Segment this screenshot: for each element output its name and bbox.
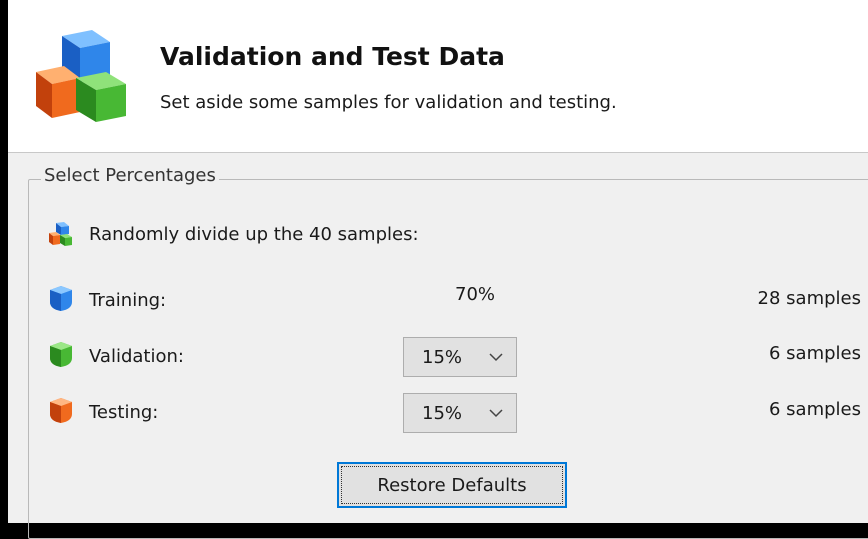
validation-percent-dropdown[interactable]: 15% (403, 337, 517, 377)
page-title: Validation and Test Data (160, 42, 505, 71)
logo-orange-cube (36, 66, 80, 118)
chevron-down-icon (489, 353, 503, 362)
content-panel: Select Percentages Randomly divide up th… (8, 152, 868, 539)
testing-label: Testing: (89, 402, 159, 423)
chevron-down-icon (489, 409, 503, 418)
testing-percent-value: 15% (422, 403, 463, 424)
select-percentages-group: Select Percentages Randomly divide up th… (28, 165, 868, 539)
intro-text: Randomly divide up the 40 samples: (89, 224, 419, 245)
cubes-icon (36, 30, 126, 122)
validation-samples: 6 samples (769, 343, 861, 364)
wizard-page: Validation and Test Data Set aside some … (8, 0, 868, 539)
training-samples: 28 samples (757, 288, 861, 309)
validation-percent-value: 15% (422, 347, 463, 368)
logo-green-cube (76, 72, 126, 122)
testing-percent-dropdown[interactable]: 15% (403, 393, 517, 433)
blue-cube-icon (50, 286, 72, 311)
training-label: Training: (89, 290, 167, 311)
group-legend: Select Percentages (41, 165, 219, 186)
cubes-small-icon (49, 222, 72, 246)
green-cube-icon (50, 342, 72, 367)
validation-label: Validation: (89, 346, 184, 367)
training-percent: 70% (455, 284, 496, 305)
restore-defaults-label: Restore Defaults (341, 466, 563, 504)
testing-samples: 6 samples (769, 399, 861, 420)
orange-cube-icon (50, 398, 72, 423)
page-subtitle: Set aside some samples for validation an… (160, 92, 617, 113)
page-header: Validation and Test Data Set aside some … (8, 0, 868, 152)
restore-defaults-button[interactable]: Restore Defaults (337, 462, 567, 508)
